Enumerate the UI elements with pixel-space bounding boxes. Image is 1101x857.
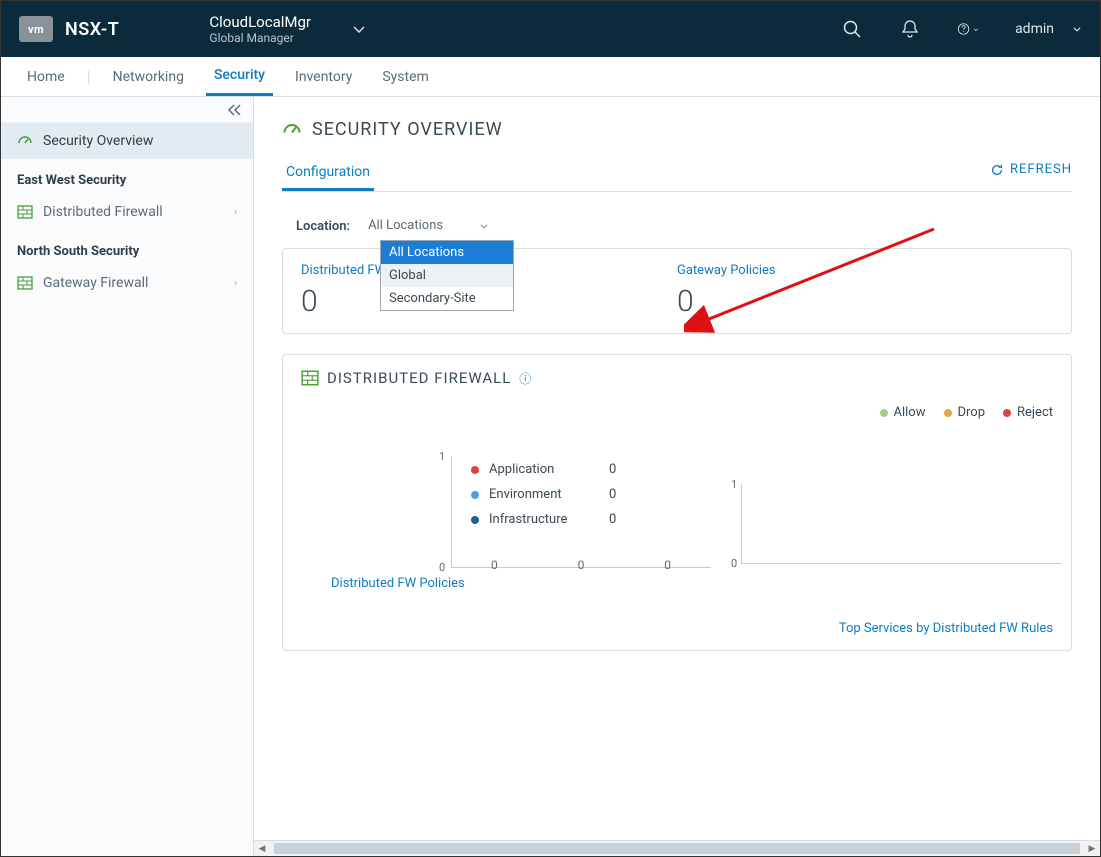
scroll-right-arrow[interactable]: ▶	[1084, 841, 1100, 856]
series-label: Application	[489, 462, 599, 477]
vmware-logo: vm	[19, 16, 53, 42]
chevron-down-icon	[479, 221, 489, 231]
sidebar-item-label: Distributed Firewall	[43, 204, 163, 220]
sidebar: Security Overview East West Security Dis…	[1, 97, 254, 856]
manager-selector[interactable]: CloudLocalMgr Global Manager	[209, 13, 367, 45]
chart-xtick: 0	[578, 558, 585, 572]
main-content: SECURITY OVERVIEW Configuration REFRESH …	[254, 97, 1100, 856]
scroll-thumb[interactable]	[274, 843, 1080, 854]
info-icon[interactable]: ⓘ	[519, 370, 531, 387]
series-value: 0	[609, 487, 616, 502]
nav-security[interactable]: Security	[206, 57, 273, 96]
tab-configuration[interactable]: Configuration	[282, 156, 374, 191]
nav-system[interactable]: System	[374, 57, 436, 96]
location-selected-value: All Locations	[368, 218, 443, 233]
firewall-icon	[301, 370, 319, 386]
series-label: Environment	[489, 487, 599, 502]
chart-legend: Allow Drop Reject	[301, 405, 1053, 420]
legend-drop: Drop	[958, 405, 986, 420]
chevron-down-icon	[351, 21, 367, 37]
gateway-policies-value: 0	[677, 284, 1053, 319]
top-services-link[interactable]: Top Services by Distributed FW Rules	[839, 621, 1053, 636]
line-ytick-0: 0	[731, 557, 737, 570]
sidebar-collapse-button[interactable]	[1, 97, 253, 123]
sidebar-item-label: Gateway Firewall	[43, 275, 148, 291]
chevron-right-icon: ›	[234, 278, 237, 289]
user-menu[interactable]: admin	[1015, 21, 1082, 37]
nav-networking[interactable]: Networking	[105, 57, 192, 96]
chevron-down-icon	[1072, 24, 1082, 34]
gauge-icon	[17, 133, 33, 149]
sidebar-group-east-west: East West Security	[1, 159, 253, 194]
bar-chart: 1 0 Application0 Environment0 Infrastruc…	[301, 456, 711, 591]
location-dropdown: All Locations Global Secondary-Site	[380, 240, 514, 311]
sidebar-group-north-south: North South Security	[1, 230, 253, 265]
location-option-global[interactable]: Global	[381, 264, 513, 287]
line-chart: 1 0	[741, 456, 1061, 591]
series-value: 0	[609, 512, 616, 527]
legend-allow: Allow	[894, 405, 926, 420]
search-icon[interactable]	[841, 18, 863, 40]
nav-home[interactable]: Home	[19, 57, 73, 96]
legend-dot-reject	[1003, 409, 1011, 417]
chevron-right-icon: ›	[234, 207, 237, 218]
sidebar-item-distributed-firewall[interactable]: Distributed Firewall ›	[1, 194, 253, 230]
chart-ytick-0: 0	[439, 561, 445, 574]
refresh-label: REFRESH	[1010, 162, 1072, 177]
sidebar-item-label: Security Overview	[43, 133, 153, 149]
manager-name: CloudLocalMgr	[209, 13, 311, 31]
chart-xtick: 0	[491, 558, 498, 572]
nav-inventory[interactable]: Inventory	[287, 57, 360, 96]
sidebar-item-gateway-firewall[interactable]: Gateway Firewall ›	[1, 265, 253, 301]
refresh-icon	[990, 163, 1004, 177]
df-card-title: DISTRIBUTED FIREWALL	[327, 369, 511, 387]
bell-icon[interactable]	[899, 18, 921, 40]
app-header: vm NSX-T CloudLocalMgr Global Manager	[1, 1, 1100, 57]
series-dot	[471, 466, 479, 474]
location-option-all[interactable]: All Locations	[381, 241, 513, 264]
top-nav: Home | Networking Security Inventory Sys…	[1, 57, 1100, 97]
location-option-secondary[interactable]: Secondary-Site	[381, 287, 513, 310]
manager-subtitle: Global Manager	[209, 31, 311, 45]
firewall-icon	[17, 276, 33, 290]
series-label: Infrastructure	[489, 512, 599, 527]
page-title: SECURITY OVERVIEW	[312, 119, 503, 140]
user-name: admin	[1015, 21, 1054, 37]
collapse-icon	[227, 104, 243, 116]
chart-xtick: 0	[664, 558, 671, 572]
gauge-icon	[282, 120, 302, 140]
line-ytick-1: 1	[731, 478, 737, 491]
legend-dot-drop	[944, 409, 952, 417]
firewall-icon	[17, 205, 33, 219]
series-value: 0	[609, 462, 616, 477]
gateway-policies-link[interactable]: Gateway Policies	[677, 263, 1053, 278]
location-select[interactable]: All Locations	[368, 218, 489, 234]
distributed-firewall-card: DISTRIBUTED FIREWALL ⓘ Allow Drop Reject…	[282, 354, 1072, 651]
scroll-left-arrow[interactable]: ◀	[254, 841, 270, 856]
series-dot	[471, 516, 479, 524]
horizontal-scrollbar[interactable]: ◀ ▶	[254, 840, 1100, 856]
dfw-policies-chart-link[interactable]: Distributed FW Policies	[331, 576, 711, 591]
legend-reject: Reject	[1017, 405, 1053, 420]
sidebar-item-security-overview[interactable]: Security Overview	[1, 123, 253, 159]
location-label: Location:	[296, 219, 350, 234]
refresh-button[interactable]: REFRESH	[990, 162, 1072, 185]
series-dot	[471, 491, 479, 499]
product-name: NSX-T	[65, 19, 119, 40]
help-icon[interactable]	[957, 18, 979, 40]
chart-ytick-1: 1	[439, 450, 445, 463]
legend-dot-allow	[880, 409, 888, 417]
